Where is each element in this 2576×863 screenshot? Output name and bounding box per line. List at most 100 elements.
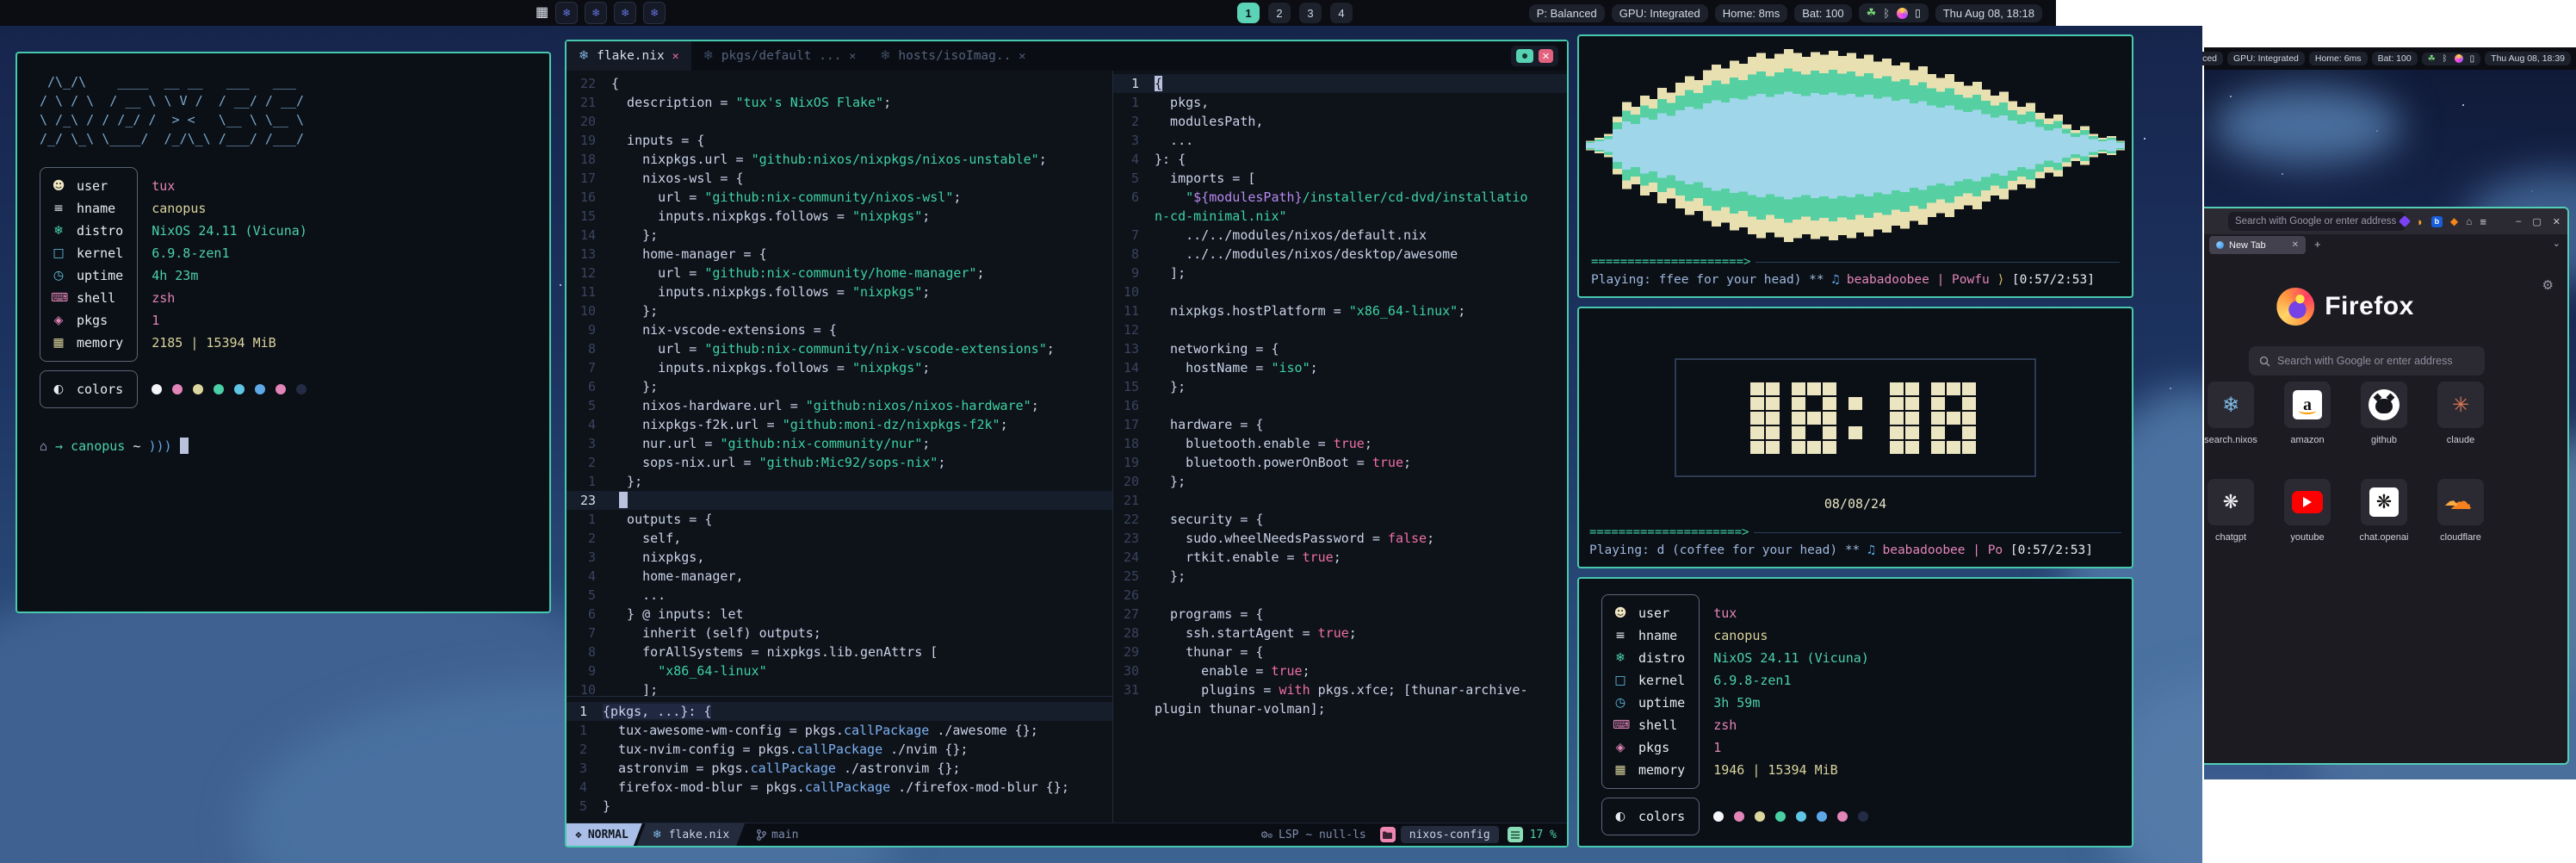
palette-dot <box>1858 811 1868 822</box>
phone-icon[interactable]: ▯ <box>1915 7 1921 19</box>
tab-close-icon[interactable]: ✕ <box>1019 50 1025 63</box>
separator-line: =====================> <box>1586 251 2125 270</box>
pane-iso-image[interactable]: 1{1 pkgs,2 modulesPath,3 ...4}: {5 impor… <box>1113 71 1567 823</box>
firefox-window[interactable]: Search with Google or enter address ◗ b … <box>2204 207 2569 765</box>
tab-close-icon[interactable]: ✕ <box>2292 240 2299 250</box>
terminal-fastfetch-right[interactable]: ☻user≡hname❄distro□kernel◷uptime⌨shell◈p… <box>1577 577 2133 847</box>
shortcut-youtube[interactable]: youtube <box>2282 479 2333 543</box>
claude-icon: ✳ <box>2437 382 2484 428</box>
app-icon[interactable]: ❄ <box>643 2 666 24</box>
code-line: 23 <box>567 491 1112 510</box>
uptime-icon: ◷ <box>51 269 66 282</box>
code-line: 15 inputs.nixpkgs.follows = "nixpkgs"; <box>567 207 1112 226</box>
fetch-value: 4h 23m <box>152 264 307 287</box>
code-line: 8 url = "github:nix-community/nix-vscode… <box>567 339 1112 358</box>
maximize-button[interactable]: ▢ <box>2532 216 2541 227</box>
workspace-3[interactable]: 3 <box>1299 3 1322 23</box>
tab-close-icon[interactable]: ✕ <box>672 50 679 63</box>
chatgpt-icon: ❋ <box>2208 479 2254 525</box>
tab-new-tab[interactable]: New Tab ✕ <box>2209 236 2306 254</box>
close-button[interactable]: ✕ <box>2553 216 2561 227</box>
workspace-4[interactable]: 4 <box>1330 3 1353 23</box>
workspace-switcher: 1234 <box>1237 3 1353 23</box>
code-line: 2 modulesPath, <box>1113 112 1567 131</box>
shortcut-search.nixos[interactable]: ❄search.nixos <box>2205 382 2257 445</box>
terminal-clock[interactable]: 08/08/24 =====================> Playing:… <box>1577 307 2133 568</box>
pane-flake-nix[interactable]: 22{21 description = "tux's NixOS Flake";… <box>567 71 1112 696</box>
tab-strip: New Tab ✕ + ⌄ <box>2204 234 2567 257</box>
fetch-value: NixOS 24.11 (Vicuna) <box>152 220 307 242</box>
tab-list-chevron[interactable]: ⌄ <box>2553 238 2561 249</box>
stars <box>0 26 2 28</box>
layout-grid-icon[interactable]: ▦ <box>536 6 548 20</box>
nixos-ascii-art: /\_/\ ____ __ __ ___ ___ / \ / \ / __ \ … <box>40 72 527 148</box>
neovim-window[interactable]: ❄flake.nix✕❄pkgs/default ...✕❄hosts/isoI… <box>565 40 1569 847</box>
plasma-icon[interactable] <box>1897 8 1908 19</box>
terminal-fastfetch-left[interactable]: /\_/\ ____ __ __ ___ ___ / \ / \ / __ \ … <box>15 52 551 613</box>
shortcut-claude[interactable]: ✳claude <box>2435 382 2486 445</box>
hname-icon: ≡ <box>51 202 66 215</box>
code-line: 2 sops-nix.url = "github:Mic92/sops-nix"… <box>567 453 1112 472</box>
tab-favicon <box>2216 241 2224 249</box>
code-line: 17 nixos-wsl = { <box>567 169 1112 188</box>
new-tab-button[interactable]: + <box>2314 238 2321 251</box>
app-icon[interactable]: ❄ <box>555 2 578 24</box>
extensions-icon[interactable]: ⌂ <box>2466 215 2472 227</box>
fetch-value: NixOS 24.11 (Vicuna) <box>1713 647 1869 669</box>
lsp-segment: ⚙⚙ LSP ~ null-ls <box>1261 829 1366 841</box>
shortcut-github[interactable]: github <box>2358 382 2410 445</box>
secondary-screen: P: BalancedGPU: IntegratedHome: 6msBat: … <box>2202 0 2576 863</box>
mode-label: NORMAL <box>588 829 629 841</box>
palette-dot <box>1713 811 1724 822</box>
shortcut-chat.openai[interactable]: ❋chat.openai <box>2358 479 2410 543</box>
minimize-button[interactable] <box>1516 49 1533 63</box>
bluetooth-icon[interactable]: ᛒ <box>1883 7 1890 20</box>
extension-crescent-icon[interactable]: ◗ <box>2417 215 2424 228</box>
plant-icon[interactable]: ☘ <box>1867 6 1877 20</box>
window-buttons: ✕ <box>1511 46 1558 66</box>
shortcut-cloudflare[interactable]: ☁☁cloudflare <box>2435 479 2486 543</box>
bitwarden-icon[interactable]: b <box>2431 216 2443 227</box>
search-input[interactable]: Search with Google or enter address <box>2249 346 2485 376</box>
gear-icon[interactable]: ⚙ <box>2542 277 2554 293</box>
editor-tab-flake-nix[interactable]: ❄flake.nix✕ <box>567 41 691 71</box>
minimize-button[interactable]: – <box>2516 216 2521 227</box>
shortcut-amazon[interactable]: aamazon <box>2282 382 2333 445</box>
palette-dot <box>1837 811 1848 822</box>
shell-prompt[interactable]: ⌂ → canopus ~ ))) <box>40 438 527 454</box>
extension-gem-icon[interactable] <box>2399 215 2411 227</box>
youtube-icon <box>2284 479 2331 525</box>
code-line: 24 rtkit.enable = true; <box>1113 548 1567 567</box>
memory-icon: ▦ <box>51 336 66 350</box>
code-line: 5} <box>567 797 1112 816</box>
menu-icon[interactable]: ≡ <box>2480 215 2486 228</box>
address-bar[interactable]: Search with Google or enter address <box>2228 212 2406 231</box>
workspace-2[interactable]: 2 <box>1268 3 1291 23</box>
code-line: 7 ../../modules/nixos/default.nix <box>1113 226 1567 245</box>
clock-pill: Thu Aug 08, 18:39 <box>2485 52 2571 65</box>
fetch-label: user <box>77 178 108 194</box>
code-line: 16 <box>1113 396 1567 415</box>
app-icon[interactable]: ❄ <box>614 2 636 24</box>
shortcut-chatgpt[interactable]: ❋chatgpt <box>2205 479 2257 543</box>
nix-snowflake-icon: ❄ <box>653 829 662 841</box>
code-line: 7 inputs.nixpkgs.follows = "nixpkgs"; <box>567 358 1112 377</box>
code-line: 6 }; <box>567 377 1112 396</box>
code-line: 4 firefox-mod-blur = pkgs.callPackage ./… <box>567 778 1112 797</box>
extension-icons: ◗ b ◆ ⌂ ≡ <box>2400 208 2486 234</box>
tab-close-icon[interactable]: ✕ <box>849 50 856 63</box>
shell-icon: ⌨ <box>1613 718 1628 732</box>
close-button[interactable]: ✕ <box>1539 49 1553 63</box>
metamask-icon[interactable]: ◆ <box>2450 215 2458 227</box>
app-icon[interactable]: ❄ <box>585 2 607 24</box>
palette-dot <box>276 384 286 394</box>
pane-pkgs-default[interactable]: 1{pkgs, ...}: {1 tux-awesome-wm-config =… <box>567 697 1112 823</box>
workspace-1[interactable]: 1 <box>1237 3 1260 23</box>
code-line: 3 nur.url = "github:nix-community/nur"; <box>567 434 1112 453</box>
editor-tab-pkgs-default-[interactable]: ❄pkgs/default ...✕ <box>691 41 869 71</box>
terminal-cava[interactable]: =====================> Playing: ffee for… <box>1577 34 2133 298</box>
editor-tab-hosts-isoImag-[interactable]: ❄hosts/isoImag..✕ <box>868 41 1037 71</box>
fetch-value: 6.9.8-zen1 <box>1713 669 1869 692</box>
pkgs-icon: ◈ <box>51 314 66 327</box>
code-line: 2 tux-nvim-config = pkgs.callPackage ./n… <box>567 740 1112 759</box>
